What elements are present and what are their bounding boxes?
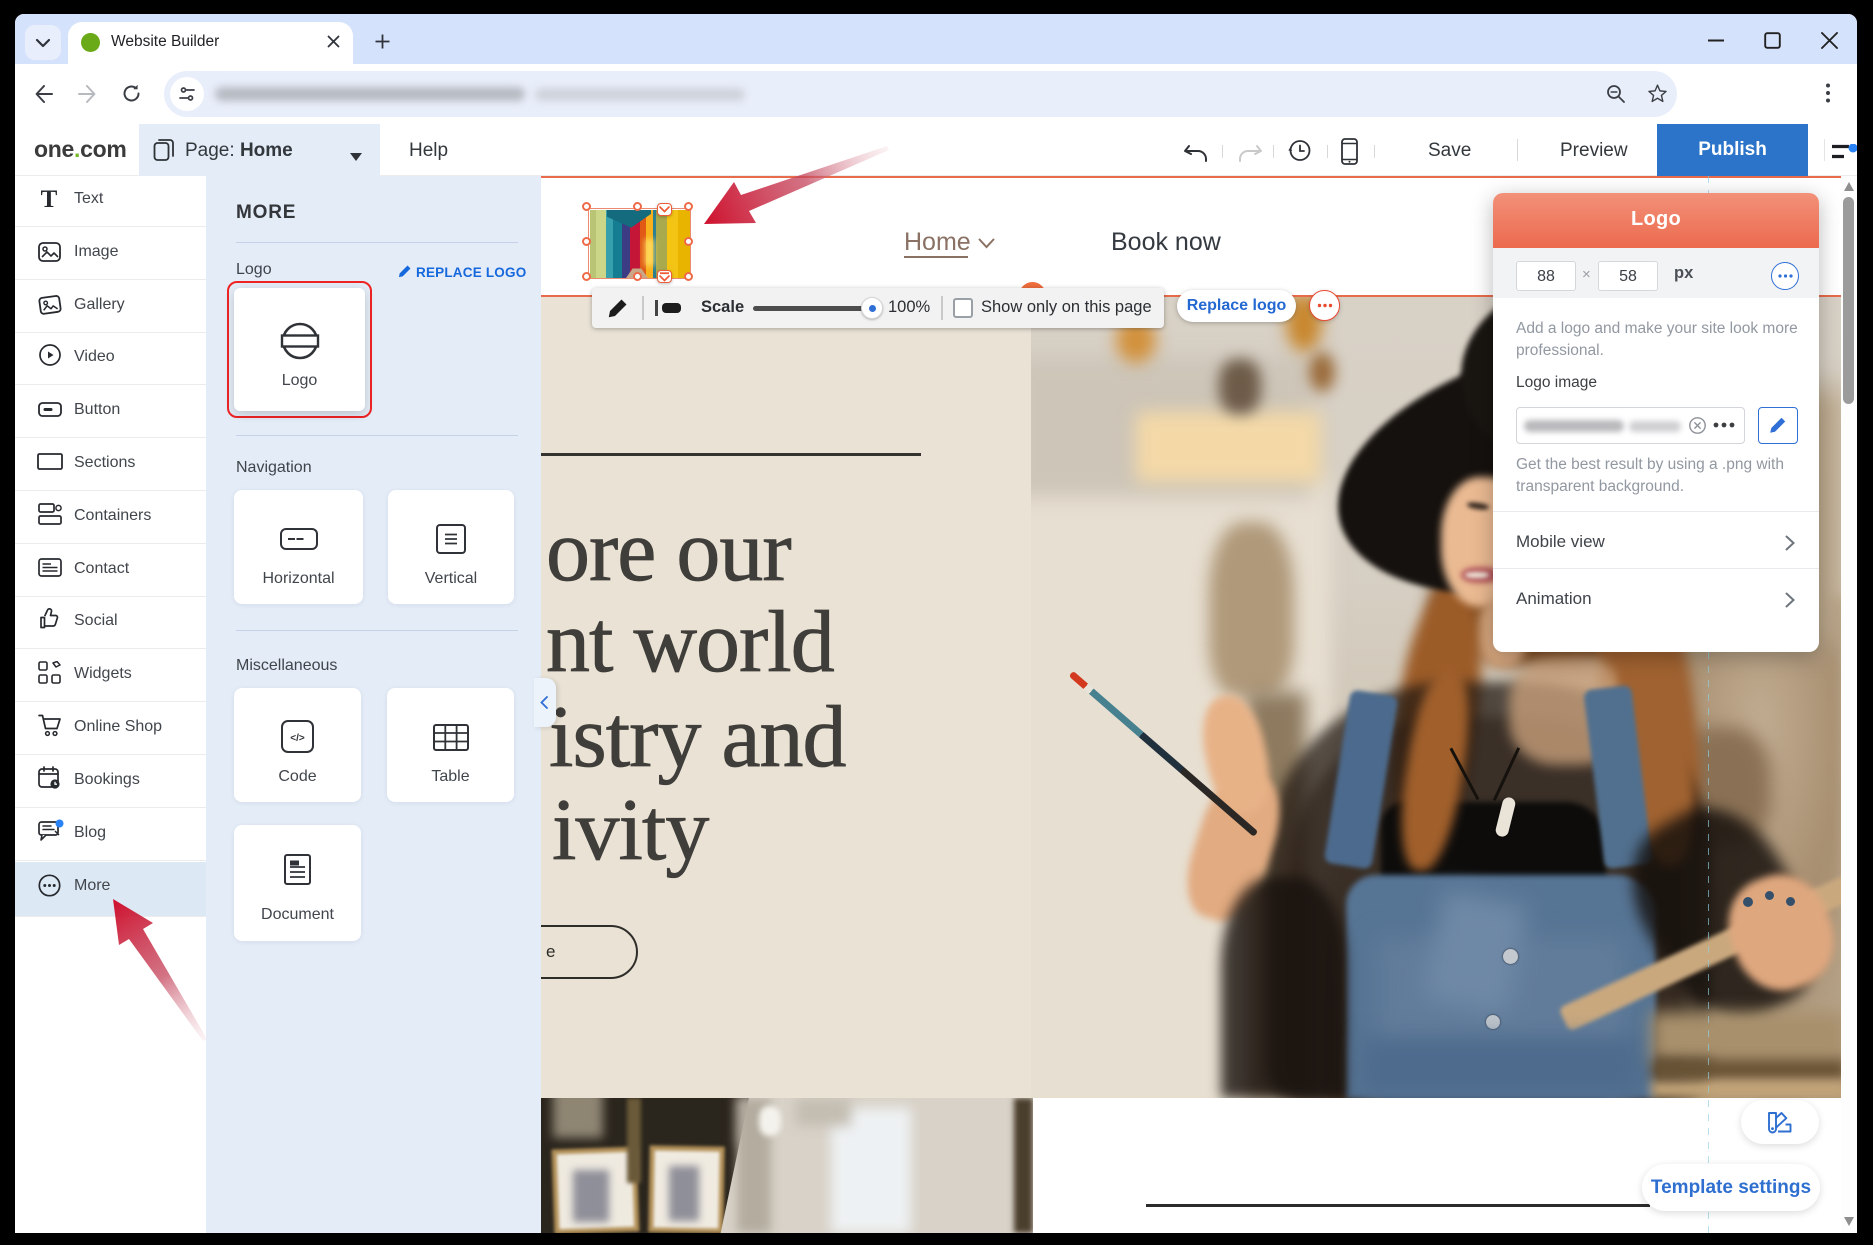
svg-text:</>: </> [290, 733, 305, 744]
